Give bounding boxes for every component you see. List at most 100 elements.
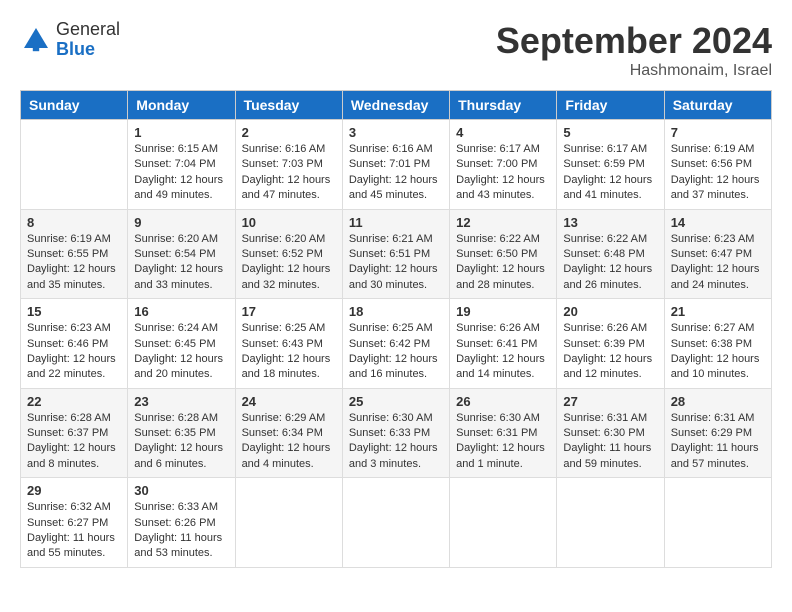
day-info: Sunrise: 6:33 AMSunset: 6:26 PMDaylight:… bbox=[134, 500, 228, 562]
day-number: 12 bbox=[456, 215, 550, 230]
day-info: Sunrise: 6:17 AMSunset: 6:59 PMDaylight:… bbox=[563, 142, 657, 204]
calendar-header-row: SundayMondayTuesdayWednesdayThursdayFrid… bbox=[21, 91, 772, 120]
calendar-cell: 21 Sunrise: 6:27 AMSunset: 6:38 PMDayligh… bbox=[664, 299, 771, 389]
day-number: 1 bbox=[134, 125, 228, 140]
calendar-cell: 28 Sunrise: 6:31 AMSunset: 6:29 PMDayligh… bbox=[664, 388, 771, 478]
calendar-cell: 19Sunrise: 6:26 AMSunset: 6:41 PMDayligh… bbox=[450, 299, 557, 389]
day-info: Sunrise: 6:15 AMSunset: 7:04 PMDaylight:… bbox=[134, 142, 228, 204]
calendar-week-row: 1 Sunrise: 6:15 AMSunset: 7:04 PMDaylight… bbox=[21, 120, 772, 210]
day-info: Sunrise: 6:20 AMSunset: 6:54 PMDaylight:… bbox=[134, 232, 228, 294]
day-number: 29 bbox=[27, 483, 121, 498]
calendar-cell: 7 Sunrise: 6:19 AMSunset: 6:56 PMDaylight… bbox=[664, 120, 771, 210]
calendar-cell: 20 Sunrise: 6:26 AMSunset: 6:39 PMDayligh… bbox=[557, 299, 664, 389]
day-info: Sunrise: 6:30 AMSunset: 6:31 PMDaylight:… bbox=[456, 411, 550, 473]
location-title: Hashmonaim, Israel bbox=[496, 62, 772, 80]
day-number: 13 bbox=[563, 215, 657, 230]
day-info: Sunrise: 6:22 AMSunset: 6:50 PMDaylight:… bbox=[456, 232, 550, 294]
day-info: Sunrise: 6:17 AMSunset: 7:00 PMDaylight:… bbox=[456, 142, 550, 204]
weekday-header: Wednesday bbox=[342, 91, 449, 120]
calendar-cell: 24 Sunrise: 6:29 AMSunset: 6:34 PMDayligh… bbox=[235, 388, 342, 478]
calendar-cell: 3Sunrise: 6:16 AMSunset: 7:01 PMDaylight… bbox=[342, 120, 449, 210]
day-number: 24 bbox=[242, 394, 336, 409]
calendar-week-row: 22 Sunrise: 6:28 AMSunset: 6:37 PMDayligh… bbox=[21, 388, 772, 478]
logo-text: General Blue bbox=[56, 20, 120, 60]
day-number: 21 bbox=[671, 304, 765, 319]
day-number: 4 bbox=[456, 125, 550, 140]
weekday-header: Tuesday bbox=[235, 91, 342, 120]
day-number: 16 bbox=[134, 304, 228, 319]
calendar-cell: 1 Sunrise: 6:15 AMSunset: 7:04 PMDaylight… bbox=[128, 120, 235, 210]
calendar-cell: 2 Sunrise: 6:16 AMSunset: 7:03 PMDaylight… bbox=[235, 120, 342, 210]
day-number: 10 bbox=[242, 215, 336, 230]
calendar-cell bbox=[21, 120, 128, 210]
day-info: Sunrise: 6:25 AMSunset: 6:43 PMDaylight:… bbox=[242, 321, 336, 383]
day-info: Sunrise: 6:21 AMSunset: 6:51 PMDaylight:… bbox=[349, 232, 443, 294]
calendar-cell: 15 Sunrise: 6:23 AMSunset: 6:46 PMDayligh… bbox=[21, 299, 128, 389]
weekday-header: Monday bbox=[128, 91, 235, 120]
calendar-cell: 8 Sunrise: 6:19 AMSunset: 6:55 PMDaylight… bbox=[21, 209, 128, 299]
day-info: Sunrise: 6:32 AMSunset: 6:27 PMDaylight:… bbox=[27, 500, 121, 562]
day-info: Sunrise: 6:29 AMSunset: 6:34 PMDaylight:… bbox=[242, 411, 336, 473]
weekday-header: Thursday bbox=[450, 91, 557, 120]
calendar-cell bbox=[342, 478, 449, 568]
day-number: 2 bbox=[242, 125, 336, 140]
day-info: Sunrise: 6:26 AMSunset: 6:41 PMDaylight:… bbox=[456, 321, 550, 383]
logo-blue: Blue bbox=[56, 40, 120, 60]
calendar-cell: 4 Sunrise: 6:17 AMSunset: 7:00 PMDaylight… bbox=[450, 120, 557, 210]
calendar-table: SundayMondayTuesdayWednesdayThursdayFrid… bbox=[20, 90, 772, 568]
calendar-cell: 9Sunrise: 6:20 AMSunset: 6:54 PMDaylight… bbox=[128, 209, 235, 299]
day-info: Sunrise: 6:31 AMSunset: 6:29 PMDaylight:… bbox=[671, 411, 765, 473]
day-info: Sunrise: 6:26 AMSunset: 6:39 PMDaylight:… bbox=[563, 321, 657, 383]
day-number: 26 bbox=[456, 394, 550, 409]
calendar-cell: 11 Sunrise: 6:21 AMSunset: 6:51 PMDayligh… bbox=[342, 209, 449, 299]
day-number: 25 bbox=[349, 394, 443, 409]
day-number: 30 bbox=[134, 483, 228, 498]
calendar-cell: 14Sunrise: 6:23 AMSunset: 6:47 PMDayligh… bbox=[664, 209, 771, 299]
calendar-cell bbox=[664, 478, 771, 568]
calendar-cell: 25 Sunrise: 6:30 AMSunset: 6:33 PMDayligh… bbox=[342, 388, 449, 478]
day-number: 20 bbox=[563, 304, 657, 319]
day-info: Sunrise: 6:16 AMSunset: 7:03 PMDaylight:… bbox=[242, 142, 336, 204]
calendar-cell bbox=[235, 478, 342, 568]
weekday-header: Sunday bbox=[21, 91, 128, 120]
day-info: Sunrise: 6:31 AMSunset: 6:30 PMDaylight:… bbox=[563, 411, 657, 473]
day-info: Sunrise: 6:24 AMSunset: 6:45 PMDaylight:… bbox=[134, 321, 228, 383]
calendar-week-row: 29 Sunrise: 6:32 AMSunset: 6:27 PMDayligh… bbox=[21, 478, 772, 568]
day-info: Sunrise: 6:23 AMSunset: 6:46 PMDaylight:… bbox=[27, 321, 121, 383]
weekday-header: Saturday bbox=[664, 91, 771, 120]
calendar-week-row: 8 Sunrise: 6:19 AMSunset: 6:55 PMDaylight… bbox=[21, 209, 772, 299]
page-header: General Blue September 2024 Hashmonaim, … bbox=[20, 20, 772, 80]
calendar-cell: 22 Sunrise: 6:28 AMSunset: 6:37 PMDayligh… bbox=[21, 388, 128, 478]
day-info: Sunrise: 6:25 AMSunset: 6:42 PMDaylight:… bbox=[349, 321, 443, 383]
calendar-cell: 10 Sunrise: 6:20 AMSunset: 6:52 PMDayligh… bbox=[235, 209, 342, 299]
day-number: 15 bbox=[27, 304, 121, 319]
calendar-cell: 13Sunrise: 6:22 AMSunset: 6:48 PMDayligh… bbox=[557, 209, 664, 299]
calendar-cell: 29 Sunrise: 6:32 AMSunset: 6:27 PMDayligh… bbox=[21, 478, 128, 568]
day-info: Sunrise: 6:30 AMSunset: 6:33 PMDaylight:… bbox=[349, 411, 443, 473]
day-info: Sunrise: 6:20 AMSunset: 6:52 PMDaylight:… bbox=[242, 232, 336, 294]
day-info: Sunrise: 6:28 AMSunset: 6:37 PMDaylight:… bbox=[27, 411, 121, 473]
day-number: 27 bbox=[563, 394, 657, 409]
day-number: 28 bbox=[671, 394, 765, 409]
day-info: Sunrise: 6:19 AMSunset: 6:55 PMDaylight:… bbox=[27, 232, 121, 294]
day-number: 8 bbox=[27, 215, 121, 230]
calendar-cell: 17 Sunrise: 6:25 AMSunset: 6:43 PMDayligh… bbox=[235, 299, 342, 389]
day-number: 23 bbox=[134, 394, 228, 409]
calendar-cell bbox=[450, 478, 557, 568]
calendar-cell: 23Sunrise: 6:28 AMSunset: 6:35 PMDayligh… bbox=[128, 388, 235, 478]
day-number: 22 bbox=[27, 394, 121, 409]
calendar-cell bbox=[557, 478, 664, 568]
logo-general: General bbox=[56, 20, 120, 40]
day-number: 7 bbox=[671, 125, 765, 140]
logo: General Blue bbox=[20, 20, 120, 60]
calendar-week-row: 15 Sunrise: 6:23 AMSunset: 6:46 PMDayligh… bbox=[21, 299, 772, 389]
calendar-cell: 26 Sunrise: 6:30 AMSunset: 6:31 PMDayligh… bbox=[450, 388, 557, 478]
month-title: September 2024 bbox=[496, 20, 772, 62]
day-info: Sunrise: 6:19 AMSunset: 6:56 PMDaylight:… bbox=[671, 142, 765, 204]
day-number: 17 bbox=[242, 304, 336, 319]
day-info: Sunrise: 6:27 AMSunset: 6:38 PMDaylight:… bbox=[671, 321, 765, 383]
calendar-cell: 16 Sunrise: 6:24 AMSunset: 6:45 PMDayligh… bbox=[128, 299, 235, 389]
logo-icon bbox=[20, 24, 52, 56]
day-number: 5 bbox=[563, 125, 657, 140]
day-number: 11 bbox=[349, 215, 443, 230]
